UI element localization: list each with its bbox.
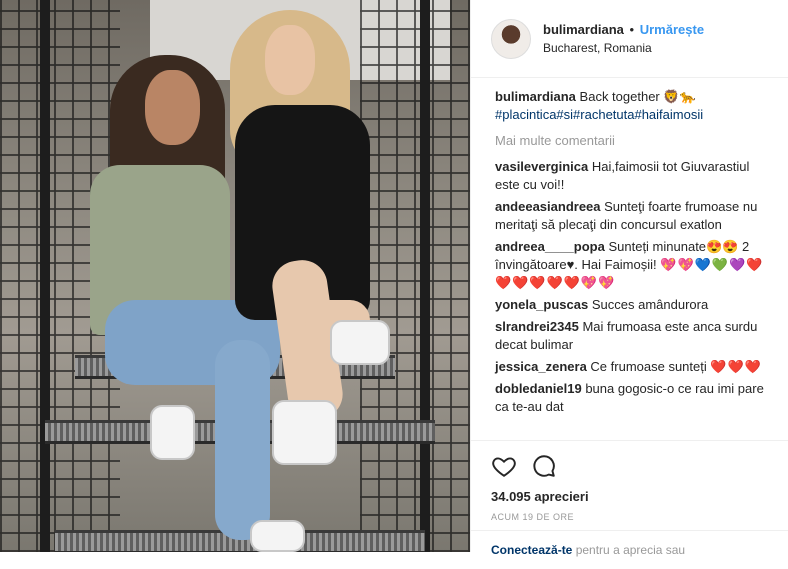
post-header: bulimardiana • Urmărește Bucharest, Roma… [471, 0, 788, 78]
right-fence [360, 0, 470, 552]
login-prompt: Conectează-te pentru a aprecia sau [471, 530, 788, 569]
comment-username[interactable]: slrandrei2345 [495, 319, 579, 334]
comment-item: andreea____popa Sunteți minunate😍😍 2 înv… [495, 238, 768, 292]
post-actions: 34.095 aprecieri ACUM 19 DE ORE [471, 440, 788, 522]
comment-username[interactable]: dobledaniel19 [495, 381, 582, 396]
comment-username[interactable]: andeeasiandreea [495, 199, 601, 214]
follow-button[interactable]: Urmărește [640, 22, 704, 37]
caption-username[interactable]: bulimardiana [495, 89, 576, 104]
comment-username[interactable]: yonela_puscas [495, 297, 588, 312]
caption: bulimardiana Back together 🦁🐆 #placintic… [495, 88, 768, 124]
comment-text: Succes amândurora [591, 297, 709, 312]
comment-icon[interactable] [531, 453, 557, 479]
header-username[interactable]: bulimardiana [543, 22, 624, 37]
post-sidebar: bulimardiana • Urmărește Bucharest, Roma… [470, 0, 788, 557]
action-icons [491, 449, 768, 483]
comment-hearts: ❤️❤️❤️ [710, 359, 762, 374]
comment-username[interactable]: vasileverginica [495, 159, 588, 174]
comment-username[interactable]: jessica_zenera [495, 359, 587, 374]
person-left-leg [215, 340, 270, 540]
comment-item: jessica_zenera Ce frumoase sunteți ❤️❤️❤… [495, 358, 768, 376]
comment-item: yonela_puscas Succes amândurora [495, 296, 768, 314]
comment-text: Ce frumoase sunteți [590, 359, 707, 374]
location-link[interactable]: Bucharest, Romania [543, 39, 704, 57]
sneaker-right-front [272, 400, 337, 465]
login-text: pentru a aprecia sau [575, 543, 686, 557]
heart-icon[interactable] [491, 453, 517, 479]
comment-text-3: ♥. Hai Faimoșii! [566, 257, 657, 272]
comments-list[interactable]: bulimardiana Back together 🦁🐆 #placintic… [471, 78, 788, 438]
comment-text: Sunteți minunate [608, 239, 707, 254]
sneaker-left-bottom [250, 520, 305, 552]
person-left-face [145, 70, 200, 145]
post-photo[interactable] [0, 0, 470, 552]
comment-item: vasileverginica Hai,faimosii tot Giuvara… [495, 158, 768, 194]
post-container: bulimardiana • Urmărește Bucharest, Roma… [0, 0, 788, 557]
likes-count[interactable]: 34.095 aprecieri [491, 489, 768, 504]
caption-tags[interactable]: #placintica#si#rachetuta#haifaimosii [495, 107, 703, 122]
profile-avatar-icon[interactable] [491, 18, 531, 59]
comment-item: andeeasiandreea Sunteţi foarte frumoase … [495, 198, 768, 234]
sneaker-right-back [330, 320, 390, 365]
post-time[interactable]: ACUM 19 DE ORE [491, 512, 768, 522]
sneaker-left [150, 405, 195, 460]
header-separator: • [629, 21, 635, 37]
comment-emoji: 😍😍 [706, 239, 739, 254]
login-link[interactable]: Conectează-te [491, 543, 572, 557]
person-right-face [265, 25, 315, 95]
more-comments-button[interactable]: Mai multe comentarii [495, 132, 768, 150]
comment-username[interactable]: andreea____popa [495, 239, 605, 254]
comment-item: slrandrei2345 Mai frumoasa este anca sur… [495, 318, 768, 354]
stair-post-left [40, 0, 50, 552]
comment-item: dobledaniel19 buna gogosic-o ce rau imi … [495, 380, 768, 416]
stair-post-right [420, 0, 430, 552]
caption-text: Back together 🦁🐆 [579, 89, 696, 104]
header-text: bulimardiana • Urmărește Bucharest, Roma… [543, 21, 704, 57]
